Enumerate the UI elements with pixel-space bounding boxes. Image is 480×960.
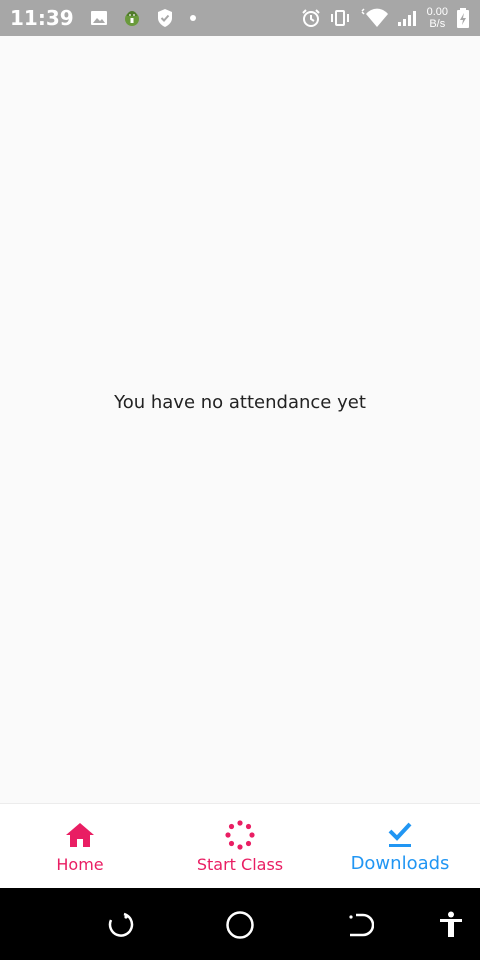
battery-icon xyxy=(456,7,470,29)
status-bar: 11:39 0.00 B/s xyxy=(0,0,480,36)
status-left-icons xyxy=(90,8,198,28)
check-download-icon xyxy=(384,821,416,849)
nav-label-home: Home xyxy=(56,855,104,874)
system-navigation-bar xyxy=(0,888,480,960)
back-icon[interactable] xyxy=(105,910,135,940)
bottom-navigation: Home Start Class Downloads xyxy=(0,803,480,888)
signal-icon xyxy=(397,9,419,27)
shield-check-icon xyxy=(156,8,174,28)
home-icon xyxy=(64,821,96,849)
status-right-icons: 0.00 B/s xyxy=(301,0,470,36)
alarm-icon xyxy=(301,8,321,28)
nav-item-downloads[interactable]: Downloads xyxy=(320,804,480,888)
loading-spinner-icon xyxy=(224,820,256,850)
empty-state-message: You have no attendance yet xyxy=(114,392,366,413)
network-speed: 0.00 B/s xyxy=(427,6,448,30)
android-debug-icon xyxy=(122,8,142,28)
wifi-icon xyxy=(359,8,389,28)
net-speed-value: 0.00 xyxy=(426,6,448,18)
accessibility-icon[interactable] xyxy=(436,910,466,940)
recents-icon[interactable] xyxy=(345,910,375,940)
home-circle-icon[interactable] xyxy=(225,910,255,940)
nav-label-downloads: Downloads xyxy=(350,853,450,874)
status-time: 11:39 xyxy=(10,6,74,30)
nav-item-start-class[interactable]: Start Class xyxy=(160,804,320,888)
nav-item-home[interactable]: Home xyxy=(0,804,160,888)
vibrate-icon xyxy=(329,9,351,27)
main-content: You have no attendance yet xyxy=(0,36,480,803)
nav-label-start-class: Start Class xyxy=(196,855,284,874)
dot-icon xyxy=(188,13,198,23)
net-speed-unit: B/s xyxy=(429,18,446,30)
image-icon xyxy=(90,9,108,27)
